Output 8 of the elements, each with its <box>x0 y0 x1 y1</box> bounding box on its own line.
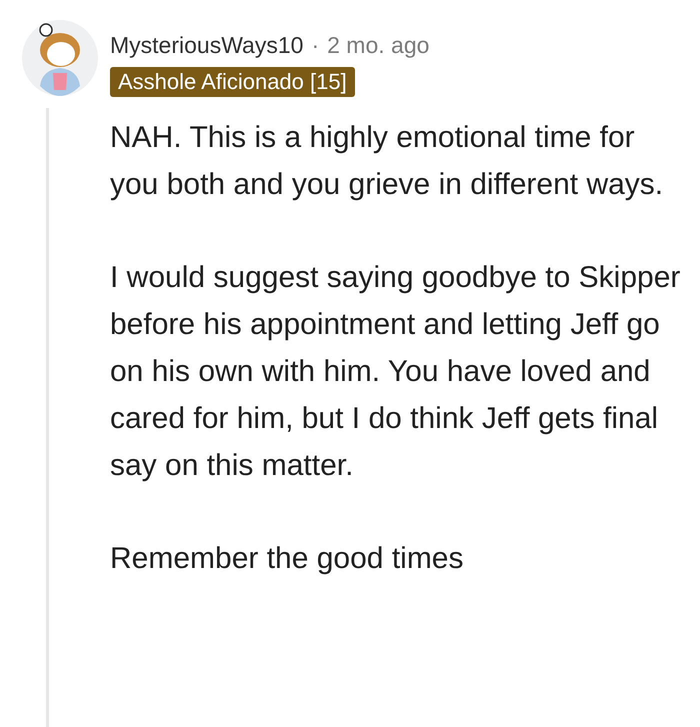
avatar-icon <box>20 18 100 98</box>
user-flair: Asshole Aficionado [15] <box>110 67 355 97</box>
comment-paragraph: I would suggest saying goodbye to Skipper before his appointment and letting Jeff go on his own with him. You have loved and cared for him, but I do think Jeff gets final say on this matter. <box>110 260 682 484</box>
username[interactable]: MysteriousWays10 <box>110 32 304 59</box>
comment-paragraph: Remember the good times <box>110 541 464 577</box>
separator-dot: · <box>311 32 320 59</box>
timestamp: 2 mo. ago <box>327 32 430 59</box>
comment-paragraph: NAH. This is a highly emotional time for you both and you grieve in different ways. <box>110 120 664 203</box>
